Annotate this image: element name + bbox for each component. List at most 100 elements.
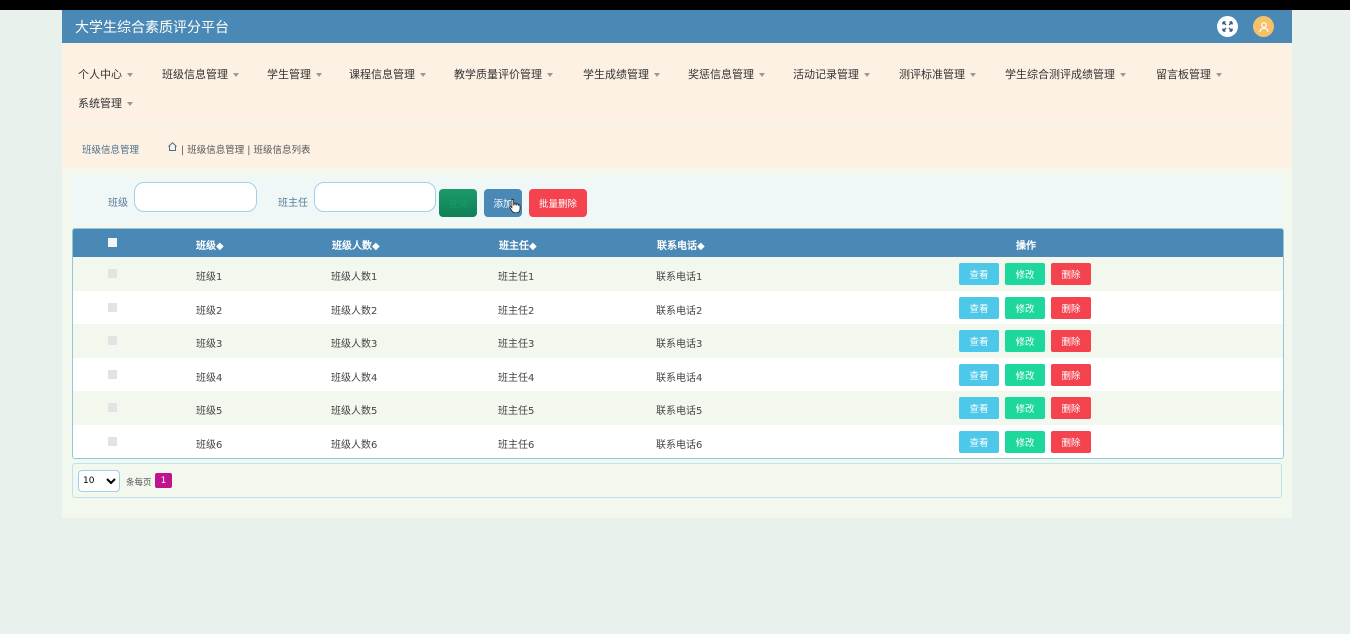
search-button[interactable]: 查询 (439, 189, 477, 217)
cell-class: 班级3 (196, 339, 223, 350)
teacher-search-input[interactable] (314, 182, 436, 212)
delete-button[interactable]: 删除 (1051, 430, 1091, 453)
delete-button[interactable]: 删除 (1051, 263, 1091, 285)
class-search-input[interactable] (134, 182, 257, 212)
page-number-1[interactable]: 1 (155, 473, 172, 488)
row-checkbox[interactable] (108, 369, 117, 379)
class-label: 班级 (108, 198, 128, 209)
caret-down-icon (1120, 73, 1126, 77)
header-phone[interactable]: 联系电话◆ (657, 237, 705, 252)
edit-button[interactable]: 修改 (1005, 330, 1045, 352)
view-button[interactable]: 查看 (959, 296, 999, 319)
top-black-strip (0, 0, 1350, 10)
table-row: 班级6 班级人数6 班主任6 联系电话6 查看 修改 删除 (73, 424, 1283, 458)
header-bar: 大学生综合素质评分平台 (62, 10, 1292, 43)
cell-teacher: 班主任6 (498, 439, 535, 451)
header-actions: 操作 (1016, 241, 1036, 252)
header-teacher[interactable]: 班主任◆ (499, 237, 537, 252)
view-button[interactable]: 查看 (959, 263, 999, 285)
home-icon[interactable] (167, 141, 178, 155)
table-row: 班级5 班级人数5 班主任5 联系电话5 查看 修改 删除 (73, 391, 1283, 425)
breadcrumb-section: 班级信息管理 (82, 145, 140, 156)
caret-down-icon (547, 73, 553, 77)
cell-count: 班级人数2 (331, 305, 378, 317)
search-form: 班级 班主任 查询 添加 批量删除 (72, 177, 1283, 223)
breadcrumb-path: | 班级信息管理 | 班级信息列表 (181, 145, 311, 156)
row-checkbox[interactable] (108, 403, 117, 412)
cell-class: 班级4 (196, 372, 223, 384)
menu-item-message-board[interactable]: 留言板管理 (1156, 66, 1222, 82)
cell-count: 班级人数6 (331, 439, 378, 451)
teacher-label: 班主任 (278, 198, 308, 209)
table-row: 班级1 班级人数1 班主任1 联系电话1 查看 修改 删除 (73, 257, 1283, 291)
view-button[interactable]: 查看 (959, 363, 999, 386)
edit-button[interactable]: 修改 (1005, 363, 1045, 386)
row-checkbox[interactable] (108, 302, 117, 312)
row-checkbox[interactable] (108, 436, 117, 446)
menu-item-system[interactable]: 系统管理 (78, 95, 133, 111)
app-container: 大学生综合素质评分平台 个人中心 班级信息管理 学生管理 课程信息管理 教学质量… (62, 10, 1292, 518)
table-row: 班级2 班级人数2 班主任2 联系电话2 查看 修改 删除 (73, 290, 1283, 324)
user-avatar-icon[interactable] (1253, 16, 1274, 37)
header-class[interactable]: 班级◆ (196, 237, 224, 252)
menu-item-activities[interactable]: 活动记录管理 (793, 66, 870, 82)
cell-teacher: 班主任4 (498, 372, 535, 384)
view-button[interactable]: 查看 (959, 430, 999, 453)
edit-button[interactable]: 修改 (1005, 397, 1045, 419)
cell-class: 班级6 (196, 439, 223, 451)
cell-count: 班级人数5 (331, 406, 378, 417)
hand-cursor-icon (509, 198, 521, 218)
caret-down-icon (759, 73, 765, 77)
cell-phone: 联系电话3 (656, 339, 703, 350)
caret-down-icon (127, 73, 133, 77)
delete-button[interactable]: 删除 (1051, 296, 1091, 319)
table-header: 班级◆ 班级人数◆ 班主任◆ 联系电话◆ 操作 (73, 229, 1283, 257)
caret-down-icon (864, 73, 870, 77)
row-checkbox[interactable] (108, 336, 117, 345)
select-all-checkbox[interactable] (108, 238, 117, 247)
menu-item-teaching-eval[interactable]: 教学质量评价管理 (454, 66, 553, 82)
header-count[interactable]: 班级人数◆ (332, 237, 380, 252)
pagination: 10 条每页 1 (72, 463, 1282, 498)
delete-button[interactable]: 删除 (1051, 330, 1091, 352)
edit-button[interactable]: 修改 (1005, 430, 1045, 453)
edit-button[interactable]: 修改 (1005, 263, 1045, 285)
row-checkbox[interactable] (108, 269, 117, 278)
main-menu: 个人中心 班级信息管理 学生管理 课程信息管理 教学质量评价管理 学生成绩管理 … (62, 43, 1292, 127)
cell-count: 班级人数1 (331, 272, 378, 283)
fullscreen-icon[interactable] (1217, 16, 1238, 37)
delete-button[interactable]: 删除 (1051, 363, 1091, 386)
caret-down-icon (233, 73, 239, 77)
page-size-select[interactable]: 10 (78, 470, 120, 492)
delete-button[interactable]: 删除 (1051, 397, 1091, 419)
breadcrumb: 班级信息管理 | 班级信息管理 | 班级信息列表 (62, 128, 1292, 168)
batch-delete-button[interactable]: 批量删除 (529, 189, 587, 217)
view-button[interactable]: 查看 (959, 397, 999, 419)
menu-item-rewards[interactable]: 奖惩信息管理 (688, 66, 765, 82)
menu-item-comprehensive-scores[interactable]: 学生综合测评成绩管理 (1005, 66, 1126, 82)
menu-item-eval-standards[interactable]: 测评标准管理 (899, 66, 976, 82)
cell-phone: 联系电话4 (656, 372, 703, 384)
view-button[interactable]: 查看 (959, 330, 999, 352)
menu-item-grades[interactable]: 学生成绩管理 (583, 66, 660, 82)
cell-class: 班级5 (196, 406, 223, 417)
caret-down-icon (127, 102, 133, 106)
cell-teacher: 班主任3 (498, 339, 535, 350)
menu-item-personal-center[interactable]: 个人中心 (78, 66, 133, 82)
cell-phone: 联系电话2 (656, 305, 703, 317)
caret-down-icon (1216, 73, 1222, 77)
menu-item-student[interactable]: 学生管理 (267, 66, 322, 82)
caret-down-icon (654, 73, 660, 77)
cell-class: 班级1 (196, 272, 223, 283)
cell-phone: 联系电话6 (656, 439, 703, 451)
edit-button[interactable]: 修改 (1005, 296, 1045, 319)
caret-down-icon (970, 73, 976, 77)
cell-phone: 联系电话1 (656, 272, 703, 283)
menu-item-class-info[interactable]: 班级信息管理 (162, 66, 239, 82)
menu-item-course[interactable]: 课程信息管理 (349, 66, 426, 82)
app-title: 大学生综合素质评分平台 (75, 20, 229, 36)
table-row: 班级4 班级人数4 班主任4 联系电话4 查看 修改 删除 (73, 357, 1283, 391)
caret-down-icon (420, 73, 426, 77)
cell-count: 班级人数4 (331, 372, 378, 384)
per-page-label: 条每页 (126, 478, 152, 488)
